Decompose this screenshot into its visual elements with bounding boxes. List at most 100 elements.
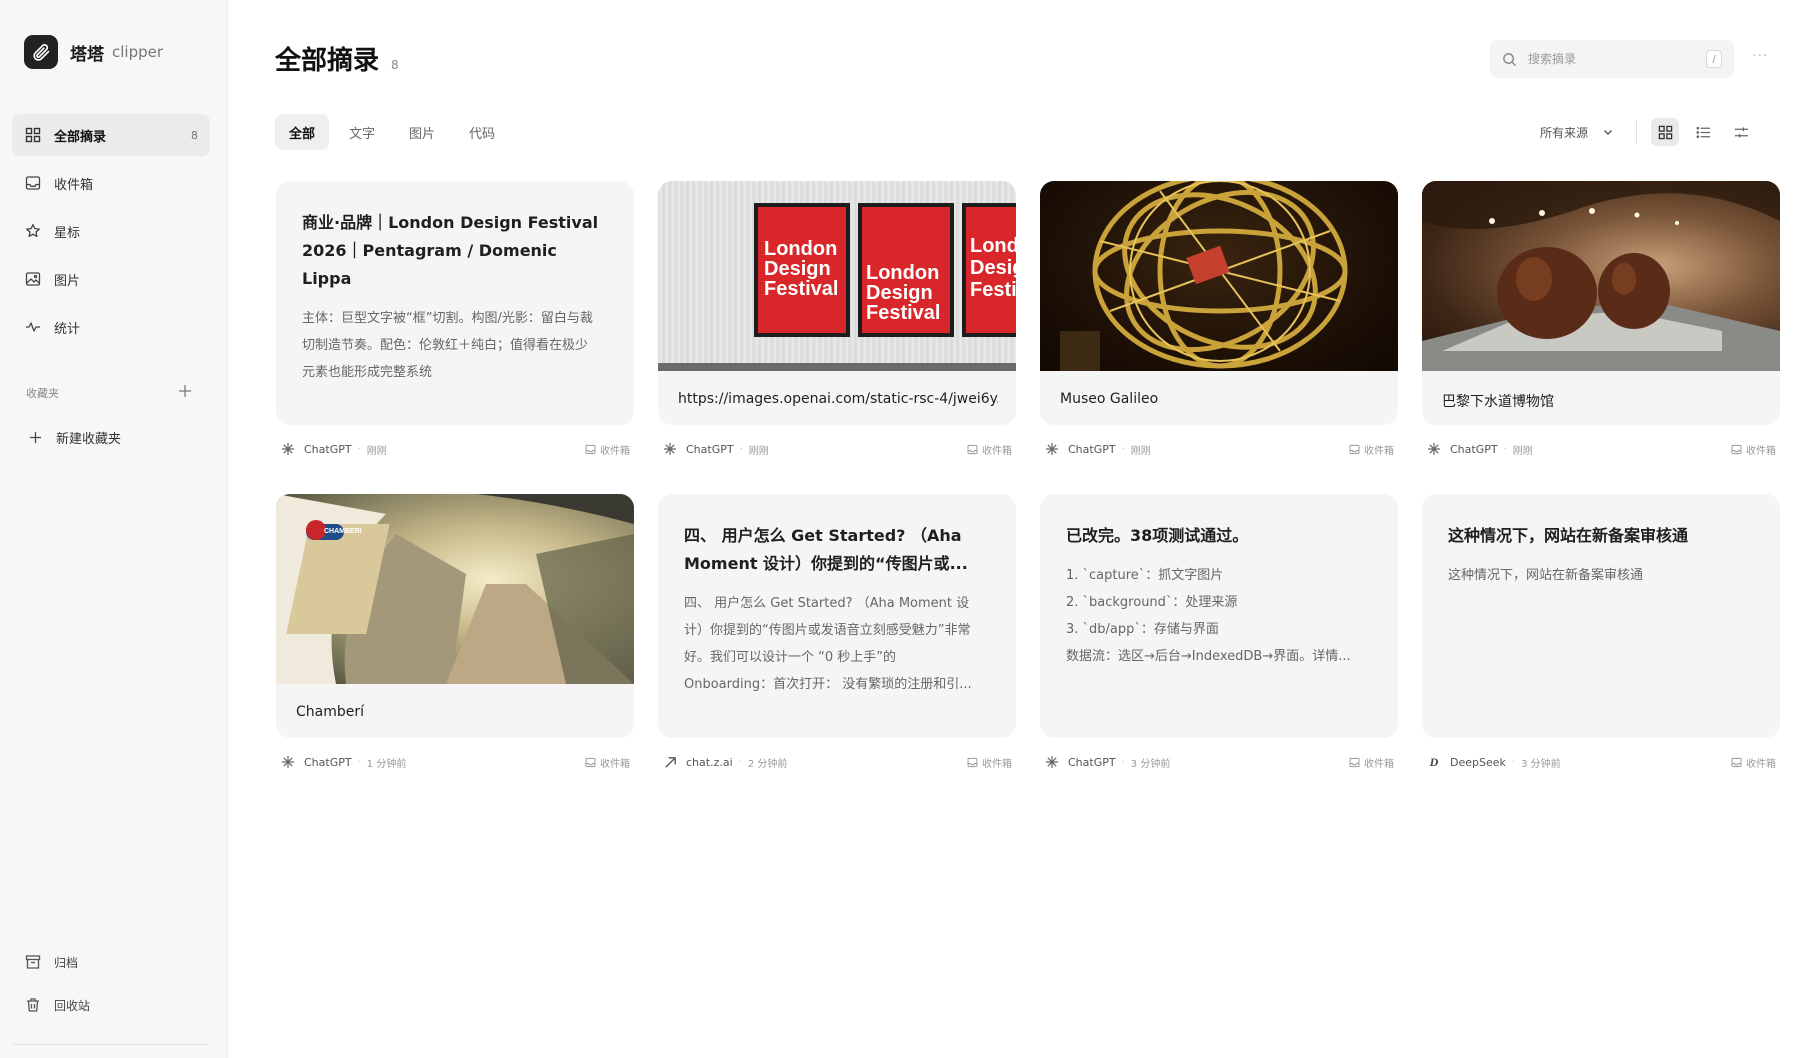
- text-clip[interactable]: 这种情况下，网站在新备案审核通 这种情况下，网站在新备案审核通: [1422, 494, 1780, 738]
- sidebar-item-images[interactable]: 图片: [12, 258, 210, 300]
- clip-title: 这种情况下，网站在新备案审核通: [1448, 522, 1754, 550]
- inbox-icon: [585, 444, 596, 455]
- new-folder-button[interactable]: 新建收藏夹: [22, 424, 210, 450]
- separator-dot: ·: [1503, 443, 1507, 455]
- more-options-button[interactable]: ···: [1752, 48, 1768, 64]
- clip-caption: 巴黎下水道博物馆: [1442, 394, 1554, 410]
- app-subtitle: clipper: [112, 43, 164, 61]
- image-clip[interactable]: London Design Festival London Design Festiva…: [658, 181, 1016, 425]
- page-title-text: 全部摘录: [275, 46, 380, 76]
- list-icon: [1696, 125, 1711, 140]
- separator-dot: ·: [1511, 756, 1516, 768]
- folders-title: 收藏夹: [26, 386, 59, 400]
- text-clip[interactable]: 四、 用户怎么 Get Started? （Aha Moment 设计）你提到的…: [658, 494, 1016, 738]
- poster-text: LondonDesignFestival: [866, 263, 941, 323]
- clip-excerpt-line: 好。我们可以设计一个 “0 秒上手”的: [684, 650, 897, 665]
- text-clip[interactable]: 商业·品牌｜London Design Festival 2026｜Pentag…: [276, 181, 634, 425]
- poster-text: LondonDesignFestival: [764, 239, 839, 299]
- separator-dot: ·: [1121, 443, 1125, 455]
- image-clip[interactable]: 巴黎下水道博物馆: [1422, 181, 1780, 425]
- inbox-icon: [1349, 444, 1360, 455]
- list-view-button[interactable]: [1689, 118, 1717, 146]
- clip-excerpt-line: 2. `background`：处理来源: [1066, 595, 1238, 610]
- pulse-icon: [24, 318, 42, 336]
- image-icon: [24, 270, 42, 288]
- clip-title: 商业·品牌｜London Design Festival 2026｜Pentag…: [302, 209, 608, 293]
- clip-excerpt-line: 这种情况下，网站在新备案审核通: [1448, 568, 1644, 583]
- clip-excerpt-line: 四、 用户怎么 Get Started? （Aha Moment 设: [684, 596, 970, 611]
- add-folder-icon[interactable]: [178, 384, 192, 401]
- sidebar-item-label: 统计: [54, 321, 81, 337]
- image-clip[interactable]: Museo Galileo: [1040, 181, 1398, 425]
- clip-card[interactable]: Museo Galileo ChatGPT · 刚刚 收件箱: [1040, 181, 1398, 459]
- image-clip[interactable]: CHAMBERI Chamberí: [276, 494, 634, 738]
- search-shortcut-hint: /: [1706, 50, 1722, 68]
- clip-title: 已改完。38项测试通过。: [1066, 522, 1372, 550]
- clip-time: 3 分钟前: [1521, 758, 1561, 770]
- armillary-sphere-image: [1040, 181, 1398, 371]
- sidebar-bottom-nav: 归档 回收站: [12, 942, 210, 1028]
- search-icon: [1502, 52, 1518, 67]
- adjust-settings-button[interactable]: [1727, 118, 1755, 146]
- arrow-up-right-icon: [662, 756, 678, 769]
- new-folder-label: 新建收藏夹: [56, 431, 122, 447]
- clip-source: DeepSeek: [1450, 755, 1506, 769]
- clip-time: 1 分钟前: [366, 758, 407, 770]
- grid-icon: [1658, 125, 1673, 140]
- clip-excerpt-line: 数据流：选区→后台→IndexedDB→界面。详情...: [1066, 649, 1351, 664]
- clip-excerpt-line: 1. `capture`：抓文字图片: [1066, 568, 1224, 583]
- clip-card[interactable]: London Design Festival London Design Festiva…: [658, 181, 1016, 459]
- inbox-icon: [1349, 757, 1360, 768]
- clip-card[interactable]: 已改完。38项测试通过。 1. `capture`：抓文字图片 2. `back…: [1040, 494, 1398, 772]
- clip-meta: ChatGPT · 刚刚 收件箱: [1040, 439, 1398, 459]
- clip-time: 刚刚: [366, 445, 387, 457]
- clip-meta: ChatGPT · 刚刚 收件箱: [1422, 439, 1780, 459]
- clip-title-line: 已改完。38项测试通过。: [1066, 526, 1249, 545]
- search-input[interactable]: [1528, 52, 1706, 66]
- tab-code[interactable]: 代码: [455, 114, 509, 150]
- clip-card[interactable]: 四、 用户怎么 Get Started? （Aha Moment 设计）你提到的…: [658, 494, 1016, 772]
- tab-images[interactable]: 图片: [395, 114, 449, 150]
- view-toolbar: 所有来源: [1540, 116, 1765, 148]
- tab-text[interactable]: 文字: [335, 114, 389, 150]
- inbox-icon: [1731, 757, 1742, 768]
- metro-station-image: CHAMBERI: [276, 494, 634, 684]
- sidebar-item-starred[interactable]: 星标: [12, 210, 210, 252]
- sidebar-item-label: 收件箱: [54, 177, 94, 193]
- chatgpt-icon: [280, 755, 296, 769]
- sidebar-item-stats[interactable]: 统计: [12, 306, 210, 348]
- clip-source: ChatGPT: [1068, 755, 1116, 769]
- clip-title-line: Moment 设计）你提到的“传图片或...: [684, 554, 968, 573]
- clip-caption: Museo Galileo: [1060, 391, 1159, 407]
- sidebar-item-trash[interactable]: 回收站: [12, 985, 210, 1025]
- poster-text: LondonDesignFestival: [970, 235, 1016, 301]
- text-clip[interactable]: 已改完。38项测试通过。 1. `capture`：抓文字图片 2. `back…: [1040, 494, 1398, 738]
- sidebar-item-label: 归档: [54, 955, 79, 970]
- sidebar-item-inbox[interactable]: 收件箱: [12, 162, 210, 204]
- inbox-icon: [585, 757, 596, 768]
- clip-excerpt-line: 计）你提到的“传图片或发语音立刻感受魅力”非常: [684, 623, 971, 638]
- clip-meta: ChatGPT · 刚刚 收件箱: [276, 439, 634, 459]
- brand[interactable]: 塔塔 clipper: [24, 34, 163, 70]
- clip-card[interactable]: 商业·品牌｜London Design Festival 2026｜Pentag…: [276, 181, 634, 459]
- sidebar-item-archive[interactable]: 归档: [12, 942, 210, 982]
- clip-time: 2 分钟前: [747, 758, 788, 770]
- search-box[interactable]: /: [1490, 40, 1734, 78]
- inbox-icon: [24, 174, 42, 192]
- grid-view-button[interactable]: [1651, 118, 1680, 146]
- clip-time: 刚刚: [748, 445, 769, 457]
- clip-card[interactable]: 巴黎下水道博物馆 ChatGPT · 刚刚 收件箱: [1422, 181, 1780, 459]
- source-filter-select[interactable]: 所有来源: [1540, 124, 1614, 141]
- deepseek-icon: D: [1429, 754, 1439, 769]
- chatgpt-icon: [662, 442, 678, 456]
- separator-dot: ·: [357, 756, 361, 768]
- sidebar-item-count: 8: [191, 128, 198, 142]
- clip-card[interactable]: 这种情况下，网站在新备案审核通 这种情况下，网站在新备案审核通 D DeepSe…: [1422, 494, 1780, 772]
- clip-folder: 收件箱: [982, 445, 1012, 457]
- sidebar-item-all[interactable]: 全部摘录 8: [12, 114, 210, 156]
- tab-all[interactable]: 全部: [275, 114, 330, 150]
- clip-card[interactable]: CHAMBERI Chamberí ChatGPT · 1 分钟前 收件箱: [276, 494, 634, 772]
- trash-icon: [24, 997, 42, 1013]
- paperclip-logo-icon: [24, 35, 58, 69]
- chatgpt-icon: [1426, 442, 1442, 456]
